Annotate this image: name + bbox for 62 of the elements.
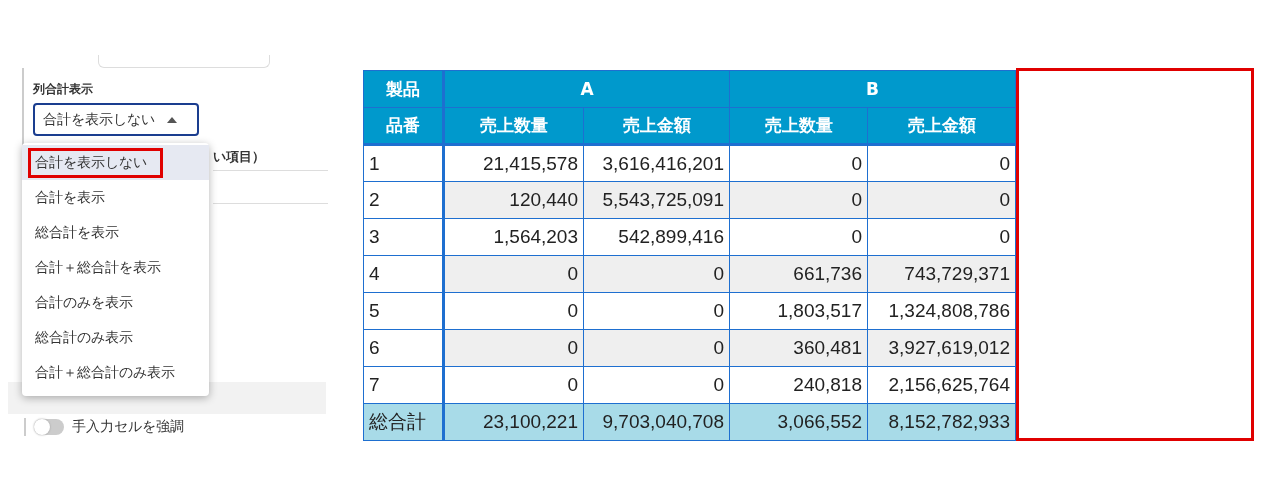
field-label: 列合計表示 xyxy=(33,81,93,98)
table-cell: 0 xyxy=(443,292,584,330)
menu-item[interactable]: 総合計のみ表示 xyxy=(22,320,209,355)
table-cell: 21,415,578 xyxy=(443,144,584,182)
menu-item[interactable]: 合計のみを表示 xyxy=(22,285,209,320)
table-cell: 8,152,782,933 xyxy=(867,403,1016,441)
header-cell: 売上金額 xyxy=(867,107,1016,145)
header-cell: 製品 xyxy=(363,70,444,108)
table-cell: 3,927,619,012 xyxy=(867,329,1016,367)
row-header-cell: 総合計 xyxy=(363,403,444,441)
header-cell: 売上数量 xyxy=(729,107,868,145)
table-cell: 0 xyxy=(867,218,1016,256)
table-cell: 661,736 xyxy=(729,255,868,293)
table-cell: 0 xyxy=(583,329,730,367)
menu-item[interactable]: 合計を表示しない xyxy=(22,145,209,180)
table-cell: 23,100,221 xyxy=(443,403,584,441)
row-header-cell: 2 xyxy=(363,181,444,219)
table-cell: 0 xyxy=(583,366,730,404)
table-cell: 0 xyxy=(443,255,584,293)
row-header-cell: 3 xyxy=(363,218,444,256)
table-cell: 1,564,203 xyxy=(443,218,584,256)
toggle-switch[interactable] xyxy=(34,419,64,435)
table-cell: 2,156,625,764 xyxy=(867,366,1016,404)
table-cell: 0 xyxy=(867,144,1016,182)
table-cell: 743,729,371 xyxy=(867,255,1016,293)
table-cell: 0 xyxy=(729,144,868,182)
table-cell: 0 xyxy=(729,181,868,219)
text-field[interactable] xyxy=(213,170,328,204)
table-cell: 120,440 xyxy=(443,181,584,219)
table-cell: 0 xyxy=(729,218,868,256)
table-cell: 3,066,552 xyxy=(729,403,868,441)
table-cell: 240,818 xyxy=(729,366,868,404)
menu-item[interactable]: 総合計を表示 xyxy=(22,215,209,250)
header-cell: 売上金額 xyxy=(583,107,730,145)
table-cell: 3,616,416,201 xyxy=(583,144,730,182)
table-cell: 0 xyxy=(443,366,584,404)
row-header-cell: 7 xyxy=(363,366,444,404)
table-cell: 0 xyxy=(583,255,730,293)
header-cell: B xyxy=(729,70,1016,108)
toggle-label: 手入力セルを強調 xyxy=(72,418,184,436)
header-cell: A xyxy=(443,70,730,108)
table-cell: 0 xyxy=(867,181,1016,219)
table-cell: 360,481 xyxy=(729,329,868,367)
row-header-cell: 6 xyxy=(363,329,444,367)
header-cell: 売上数量 xyxy=(443,107,584,145)
table-cell: 0 xyxy=(443,329,584,367)
table-cell: 1,803,517 xyxy=(729,292,868,330)
field-label: い項目） xyxy=(213,148,266,166)
row-header-cell: 4 xyxy=(363,255,444,293)
menu-item[interactable]: 合計を表示 xyxy=(22,180,209,215)
menu-item[interactable]: 合計＋総合計のみ表示 xyxy=(22,355,209,390)
menu-item[interactable]: 合計＋総合計を表示 xyxy=(22,250,209,285)
row-header-cell: 1 xyxy=(363,144,444,182)
header-cell: 品番 xyxy=(363,107,444,145)
text-field[interactable] xyxy=(98,55,270,68)
table-cell: 542,899,416 xyxy=(583,218,730,256)
total-select[interactable]: 合計を表示しない xyxy=(33,103,199,136)
table-cell: 5,543,725,091 xyxy=(583,181,730,219)
table-cell: 9,703,040,708 xyxy=(583,403,730,441)
table-cell: 1,324,808,786 xyxy=(867,292,1016,330)
row-header-cell: 5 xyxy=(363,292,444,330)
table-cell: 0 xyxy=(583,292,730,330)
